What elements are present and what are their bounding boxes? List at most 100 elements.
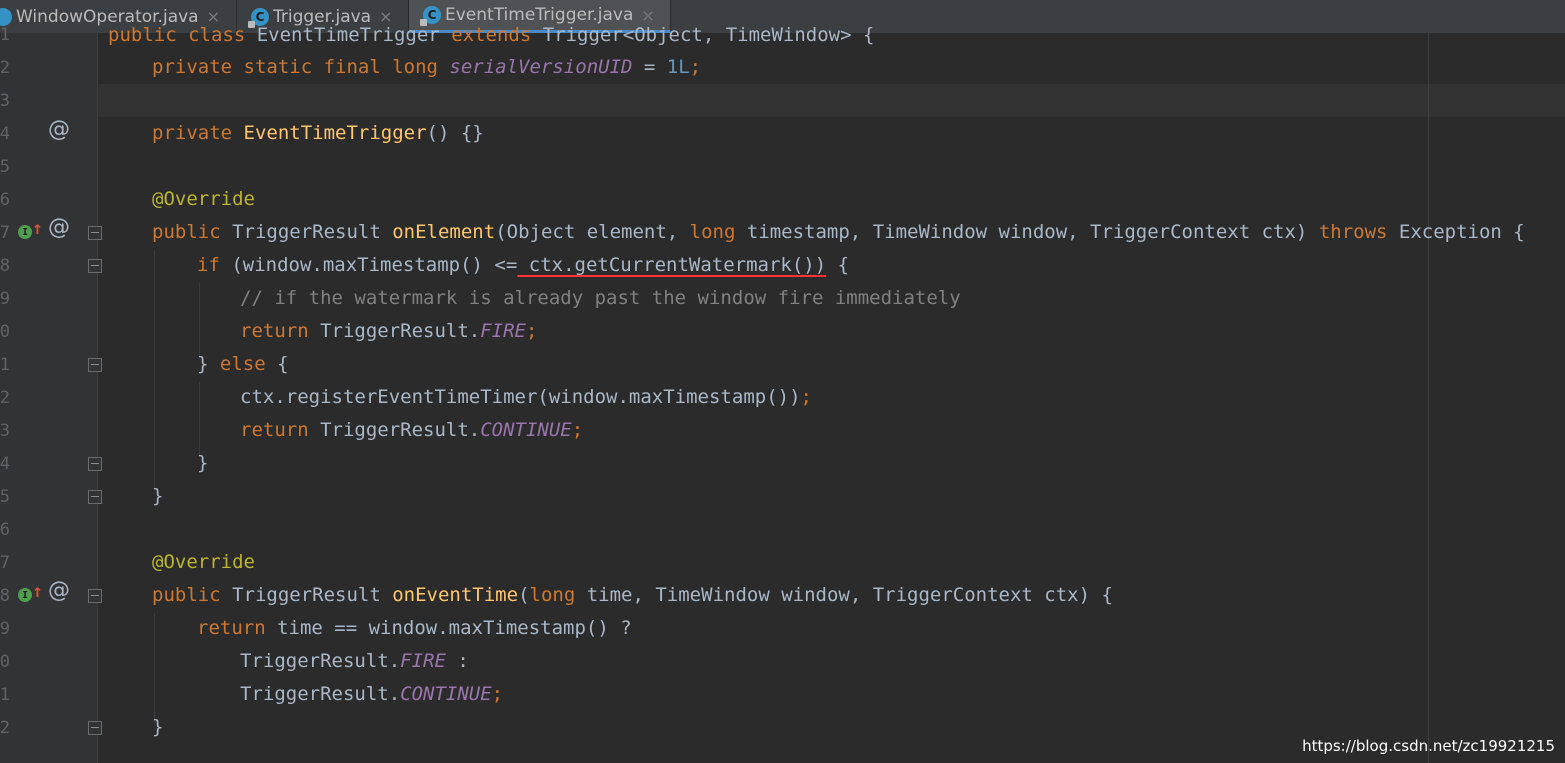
code-line-19: return time == window.maxTimestamp() ? [197, 612, 632, 645]
line-number: 9 [0, 289, 10, 309]
token: TriggerResult. [240, 683, 401, 705]
line-number: 2 [0, 718, 10, 738]
token: EventTimeTrigger [243, 122, 427, 144]
token: throws [1318, 221, 1399, 243]
token: TriggerResult [232, 584, 393, 606]
code-line-11: } else { [197, 348, 289, 381]
implements-method-icon[interactable]: I [18, 225, 32, 239]
token: () {} [426, 122, 484, 144]
line-number: 1 [0, 685, 10, 705]
indent-guide [199, 283, 200, 358]
token: { [826, 254, 850, 276]
token: FIRE [480, 320, 526, 342]
watermark-text: https://blog.csdn.net/zc19921215 [1302, 737, 1555, 755]
annotation-at-icon[interactable]: @ [48, 215, 70, 240]
line-number: 9 [0, 619, 10, 639]
fold-toggle-icon[interactable] [88, 358, 102, 372]
token: long [529, 584, 587, 606]
token: EventTimeTrigger [256, 24, 452, 46]
code-line-15: } [152, 485, 164, 507]
token: if [197, 254, 232, 276]
token: public class [108, 24, 257, 46]
line-number: 7 [0, 223, 10, 243]
line-number: 4 [0, 124, 10, 144]
token: : [445, 650, 469, 672]
token: time == window.maxTimestamp() ? [277, 617, 632, 639]
error-underline[interactable]: ctx.getCurrentWatermark()) [517, 254, 826, 276]
fold-toggle-icon[interactable] [88, 226, 102, 240]
token: TriggerResult [232, 221, 393, 243]
code-line-1: public class EventTimeTrigger extends Tr… [108, 19, 874, 52]
token: onEventTime [392, 584, 519, 606]
annotation-at-icon[interactable]: @ [48, 578, 70, 603]
token: public [152, 221, 233, 243]
implements-method-icon[interactable]: I [18, 588, 32, 602]
code-line-10: return TriggerResult.FIRE; [240, 315, 537, 348]
token: { [277, 353, 289, 375]
current-line-highlight [98, 84, 1565, 117]
line-number: 5 [0, 157, 10, 177]
token: ; [800, 386, 812, 408]
token: else [219, 353, 278, 375]
fold-toggle-icon[interactable] [88, 721, 102, 735]
fold-toggle-icon[interactable] [88, 589, 102, 603]
code-line-4: private EventTimeTrigger() {} [152, 117, 484, 150]
token: } [197, 353, 220, 375]
code-line-22: } [152, 716, 164, 738]
token: 1L [666, 56, 690, 78]
indent-guide [199, 382, 200, 457]
right-margin-guide [1428, 33, 1429, 763]
token: ; [571, 419, 584, 441]
token: private [152, 122, 244, 144]
token: TriggerResult. [240, 650, 401, 672]
code-line-7: public TriggerResult onElement(Object el… [152, 216, 1525, 249]
code-line-8: if (window.maxTimestamp() <= ctx.getCurr… [197, 249, 849, 282]
up-arrow-icon[interactable]: ↑ [32, 581, 43, 602]
gutter-divider [97, 33, 98, 763]
token: ; [526, 320, 538, 342]
line-number: 0 [0, 322, 10, 342]
line-number: 8 [0, 586, 10, 606]
token: return [197, 617, 278, 639]
token: CONTINUE [400, 683, 492, 705]
token: Exception { [1398, 221, 1525, 243]
code-line-20: TriggerResult.FIRE : [240, 645, 469, 678]
line-number: 2 [0, 388, 10, 408]
token: ; [689, 56, 702, 78]
fold-toggle-icon[interactable] [88, 259, 102, 273]
code-line-12: ctx.registerEventTimeTimer(window.maxTim… [240, 381, 812, 414]
line-number: 6 [0, 190, 10, 210]
indent-guide [154, 613, 155, 723]
editor-gutter [0, 33, 98, 763]
line-number: 2 [0, 58, 10, 78]
line-number: 1 [0, 25, 10, 45]
token: ( [518, 584, 530, 606]
token: serialVersionUID [449, 56, 633, 78]
annotation-at-icon[interactable]: @ [48, 117, 70, 142]
line-number: 6 [0, 520, 10, 540]
fold-toggle-icon[interactable] [88, 457, 102, 471]
token: ctx.registerEventTimeTimer(window.maxTim… [240, 386, 801, 408]
token: TriggerResult. [320, 320, 481, 342]
token: onElement [392, 221, 496, 243]
token: ; [491, 683, 504, 705]
fold-toggle-icon[interactable] [88, 490, 102, 504]
line-number: 0 [0, 652, 10, 672]
code-line-2: private static final long serialVersionU… [152, 51, 701, 84]
token: = [632, 56, 667, 78]
token: long [689, 221, 747, 243]
token: time, TimeWindow window, TriggerContext … [586, 584, 1113, 606]
line-number: 4 [0, 454, 10, 474]
up-arrow-icon[interactable]: ↑ [32, 218, 43, 239]
token: extends [451, 24, 543, 46]
token: timestamp, TimeWindow window, TriggerCon… [746, 221, 1319, 243]
code-line-14: } [197, 452, 209, 474]
code-line-21: TriggerResult.CONTINUE; [240, 678, 503, 711]
line-number: 1 [0, 355, 10, 375]
code-line-6: @Override [152, 188, 255, 210]
code-line-13: return TriggerResult.CONTINUE; [240, 414, 583, 447]
token: return [240, 320, 321, 342]
token: return [240, 419, 321, 441]
token: TriggerResult. [320, 419, 481, 441]
token: public [152, 584, 233, 606]
